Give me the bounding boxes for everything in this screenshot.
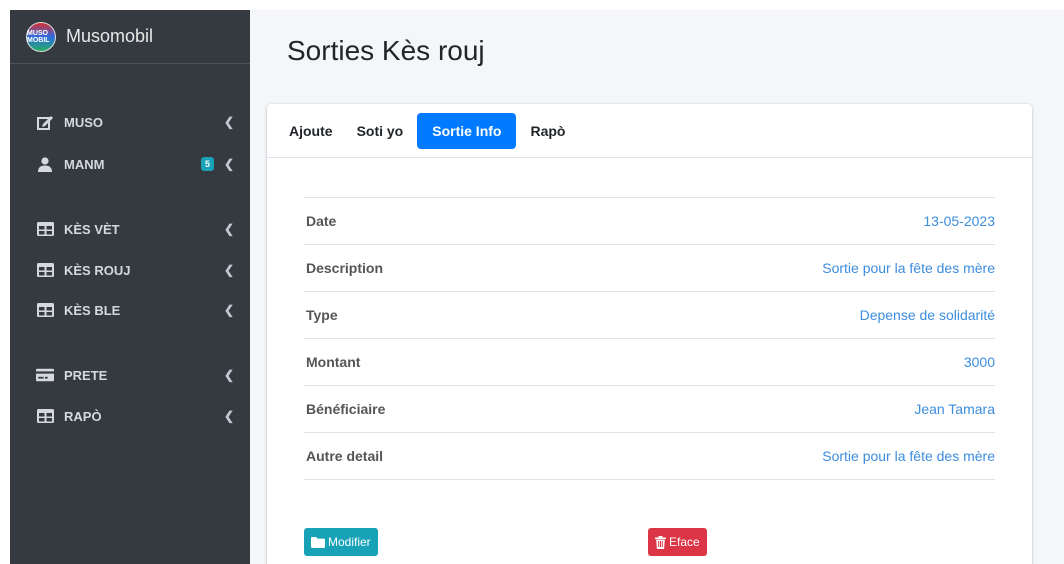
sidebar-item-rapo[interactable]: RAPÒ ❮ [10,396,250,436]
modifier-label: Modifier [328,535,371,549]
chevron-left-icon: ❮ [223,303,234,317]
brand-logo: MUSO MOBIL [26,21,56,52]
tab-sortie-info[interactable]: Sortie Info [417,112,517,149]
sortie-card: Ajoute Soti yo Sortie Info Rapò Date 13-… [267,104,1032,564]
sortie-details-list: Date 13-05-2023 Description Sortie pour … [304,197,995,480]
sidebar-item-kes-vet[interactable]: KÈS VÈT ❮ [10,209,250,249]
chevron-left-icon: ❮ [223,368,234,382]
sidebar-item-kes-ble[interactable]: KÈS BLE ❮ [10,290,250,330]
detail-row-autre-detail: Autre detail Sortie pour la fête des mèr… [304,433,995,480]
detail-label: Montant [306,354,361,370]
tab-bar: Ajoute Soti yo Sortie Info Rapò [267,104,1032,158]
sidebar-item-muso[interactable]: MUSO ❮ [10,102,250,142]
sidebar-item-label: PRETE [64,367,108,383]
detail-row-beneficiaire: Bénéficiaire Jean Tamara [304,386,995,433]
detail-row-montant: Montant 3000 [304,339,995,386]
sidebar-item-label: KÈS VÈT [64,221,120,237]
eface-button[interactable]: Eface [648,528,707,556]
detail-row-type: Type Depense de solidarité [304,292,995,339]
brand-link[interactable]: MUSO MOBIL Musomobil [10,10,250,64]
detail-row-date: Date 13-05-2023 [304,198,995,245]
tab-rapo[interactable]: Rapò [520,114,575,148]
table-icon [36,221,54,237]
page-title: Sorties Kès rouj [287,35,485,66]
detail-value: Jean Tamara [914,401,995,417]
sidebar-item-kes-rouj[interactable]: KÈS ROUJ ❮ [10,250,250,290]
detail-label: Date [306,213,337,229]
sidebar-item-label: KÈS ROUJ [64,262,131,278]
chevron-left-icon: ❮ [223,409,234,423]
table-icon [36,302,54,318]
sidebar-item-label: MUSO [64,114,103,130]
sidebar-item-prete[interactable]: PRETE ❮ [10,355,250,395]
trash-icon [655,535,666,549]
detail-row-description: Description Sortie pour la fête des mère [304,245,995,292]
detail-value: Depense de solidarité [859,307,995,323]
user-icon [36,156,54,172]
tab-ajoute[interactable]: Ajoute [279,114,343,148]
detail-label: Bénéficiaire [306,401,386,417]
chevron-left-icon: ❮ [223,222,234,236]
detail-label: Description [306,260,384,276]
sidebar-item-label: RAPÒ [64,408,102,424]
table-icon [36,262,54,278]
table-icon [36,408,54,424]
tab-soti-yo[interactable]: Soti yo [347,114,414,148]
modifier-button[interactable]: Modifier [304,528,378,556]
brand-name: Musomobil [66,26,154,46]
sidebar-item-label: KÈS BLE [64,302,121,318]
sidebar-item-manm[interactable]: MANM 5 ❮ [10,144,250,184]
detail-label: Autre detail [306,448,384,464]
chevron-left-icon: ❮ [223,263,234,277]
detail-value: 3000 [963,354,995,370]
sidebar: MUSO MOBIL Musomobil MUSO ❮ MANM 5 ❮ KÈS… [10,10,250,564]
count-badge: 5 [200,157,214,171]
app-page: MUSO MOBIL Musomobil MUSO ❮ MANM 5 ❮ KÈS… [10,10,1064,564]
chevron-left-icon: ❮ [223,115,234,129]
detail-label: Type [306,307,338,323]
edit-icon [36,114,54,130]
chevron-left-icon: ❮ [223,157,234,171]
folder-icon [311,536,325,548]
sidebar-item-label: MANM [64,156,105,172]
eface-label: Eface [669,535,700,549]
money-icon [36,367,54,383]
detail-value: Sortie pour la fête des mère [822,260,995,276]
detail-value: 13-05-2023 [923,213,995,229]
detail-value: Sortie pour la fête des mère [822,448,995,464]
